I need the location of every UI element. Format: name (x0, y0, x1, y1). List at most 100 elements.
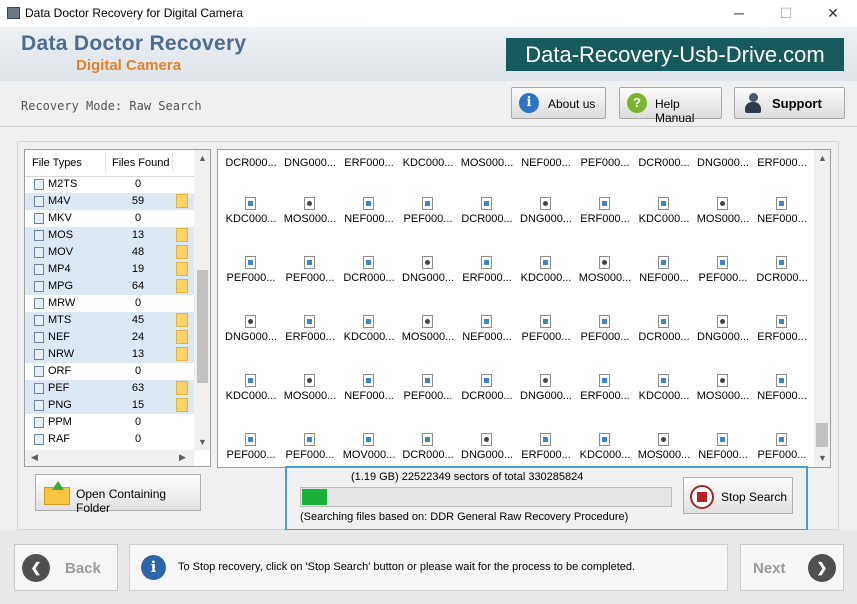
file-item[interactable]: MOS000... (635, 433, 693, 467)
file-type-row[interactable]: MOV 48 (25, 244, 194, 261)
file-type-row[interactable]: MTS 45 (25, 312, 194, 329)
file-item[interactable]: MOS000... (458, 150, 516, 181)
open-containing-folder-button[interactable]: Open Containing Folder (35, 474, 201, 515)
scroll-down-arrow-icon[interactable]: ▼ (818, 453, 827, 463)
file-item[interactable]: KDC000... (635, 197, 693, 237)
scroll-right-arrow-icon[interactable]: ▶ (179, 452, 186, 463)
file-item[interactable]: KDC000... (635, 374, 693, 414)
file-item[interactable]: NEF000... (340, 197, 398, 237)
file-item[interactable]: PEF000... (281, 433, 339, 467)
file-item[interactable]: DNG000... (222, 315, 280, 355)
file-item[interactable]: NEF000... (458, 315, 516, 355)
file-item[interactable]: ERF000... (576, 197, 634, 237)
file-item[interactable]: DNG000... (517, 374, 575, 414)
file-type-row[interactable]: MP4 19 (25, 261, 194, 278)
file-item[interactable]: PEF000... (517, 315, 575, 355)
scroll-down-arrow-icon[interactable]: ▼ (198, 437, 207, 447)
file-type-row[interactable]: RAF 0 (25, 431, 194, 448)
file-item[interactable]: KDC000... (340, 315, 398, 355)
file-item[interactable]: MOS000... (281, 374, 339, 414)
file-item[interactable]: ERF000... (753, 315, 811, 355)
file-item[interactable]: DNG000... (281, 150, 339, 181)
file-item[interactable]: DCR000... (340, 256, 398, 296)
file-item[interactable]: MOS000... (576, 256, 634, 296)
file-item[interactable]: ERF000... (517, 433, 575, 467)
file-item[interactable]: KDC000... (399, 150, 457, 181)
file-item[interactable]: PEF000... (222, 433, 280, 467)
file-item[interactable]: NEF000... (753, 197, 811, 237)
open-folder-icon[interactable] (176, 398, 188, 412)
file-item[interactable]: KDC000... (222, 197, 280, 237)
file-type-row[interactable]: PPM 0 (25, 414, 194, 431)
file-type-row[interactable]: M4V 59 (25, 193, 194, 210)
file-item[interactable]: DCR000... (458, 197, 516, 237)
file-item[interactable]: MOS000... (694, 197, 752, 237)
file-item[interactable]: ERF000... (753, 150, 811, 181)
close-button[interactable]: ✕ (810, 0, 856, 27)
file-item[interactable]: DNG000... (694, 150, 752, 181)
file-item[interactable]: KDC000... (517, 256, 575, 296)
minimize-button[interactable]: ─ (716, 0, 762, 27)
file-item[interactable]: DCR000... (753, 256, 811, 296)
file-item[interactable]: PEF000... (399, 374, 457, 414)
about-us-button[interactable]: i About us (511, 87, 606, 119)
file-item[interactable]: PEF000... (753, 433, 811, 467)
file-type-row[interactable]: PEF 63 (25, 380, 194, 397)
file-item[interactable]: DCR000... (399, 433, 457, 467)
open-folder-icon[interactable] (176, 347, 188, 361)
file-item[interactable]: MOS000... (694, 374, 752, 414)
file-item[interactable]: DCR000... (635, 150, 693, 181)
file-item[interactable]: PEF000... (576, 150, 634, 181)
open-folder-icon[interactable] (176, 313, 188, 327)
stop-search-button[interactable]: Stop Search (683, 477, 793, 514)
file-item[interactable]: NEF000... (635, 256, 693, 296)
file-type-row[interactable]: M2TS 0 (25, 176, 194, 193)
file-item[interactable]: DNG000... (458, 433, 516, 467)
scroll-up-arrow-icon[interactable]: ▲ (818, 153, 827, 163)
scroll-left-arrow-icon[interactable]: ◀ (31, 452, 38, 463)
file-item[interactable]: PEF000... (399, 197, 457, 237)
file-item[interactable]: DCR000... (222, 150, 280, 181)
file-item[interactable]: PEF000... (694, 256, 752, 296)
file-item[interactable]: DNG000... (517, 197, 575, 237)
help-manual-button[interactable]: ? Help Manual (619, 87, 722, 125)
file-item[interactable]: ERF000... (281, 315, 339, 355)
back-button[interactable]: ❮ Back (14, 544, 118, 591)
open-folder-icon[interactable] (176, 330, 188, 344)
open-folder-icon[interactable] (176, 228, 188, 242)
file-item[interactable]: MOV000... (340, 433, 398, 467)
files-vertical-scrollbar[interactable]: ▲ ▼ (814, 150, 830, 467)
file-types-scroll-thumb[interactable] (197, 270, 208, 383)
open-folder-icon[interactable] (176, 279, 188, 293)
file-types-horizontal-scrollbar[interactable]: ◀ ▶ (25, 450, 194, 466)
file-item[interactable]: PEF000... (281, 256, 339, 296)
file-item[interactable]: DNG000... (399, 256, 457, 296)
file-item[interactable]: DNG000... (694, 315, 752, 355)
file-item[interactable]: NEF000... (340, 374, 398, 414)
file-item[interactable]: KDC000... (222, 374, 280, 414)
next-button[interactable]: Next ❯ (740, 544, 844, 591)
file-type-row[interactable]: MKV 0 (25, 210, 194, 227)
file-item[interactable]: NEF000... (753, 374, 811, 414)
maximize-button[interactable]: ☐ (763, 0, 809, 27)
file-type-row[interactable]: NEF 24 (25, 329, 194, 346)
file-type-row[interactable]: ORF 0 (25, 363, 194, 380)
file-item[interactable]: MOS000... (281, 197, 339, 237)
file-item[interactable]: ERF000... (340, 150, 398, 181)
file-item[interactable]: PEF000... (222, 256, 280, 296)
file-item[interactable]: MOS000... (399, 315, 457, 355)
file-item[interactable]: ERF000... (576, 374, 634, 414)
files-scroll-thumb[interactable] (816, 423, 828, 447)
file-type-row[interactable]: MOS 13 (25, 227, 194, 244)
support-button[interactable]: Support (734, 87, 845, 119)
open-folder-icon[interactable] (176, 245, 188, 259)
open-folder-icon[interactable] (176, 194, 188, 208)
file-item[interactable]: DCR000... (635, 315, 693, 355)
scroll-up-arrow-icon[interactable]: ▲ (198, 153, 207, 163)
file-item[interactable]: KDC000... (576, 433, 634, 467)
file-type-row[interactable]: MPG 64 (25, 278, 194, 295)
file-item[interactable]: ERF000... (458, 256, 516, 296)
file-types-vertical-scrollbar[interactable]: ▲ ▼ (194, 150, 210, 450)
file-type-row[interactable]: MRW 0 (25, 295, 194, 312)
file-item[interactable]: NEF000... (517, 150, 575, 181)
